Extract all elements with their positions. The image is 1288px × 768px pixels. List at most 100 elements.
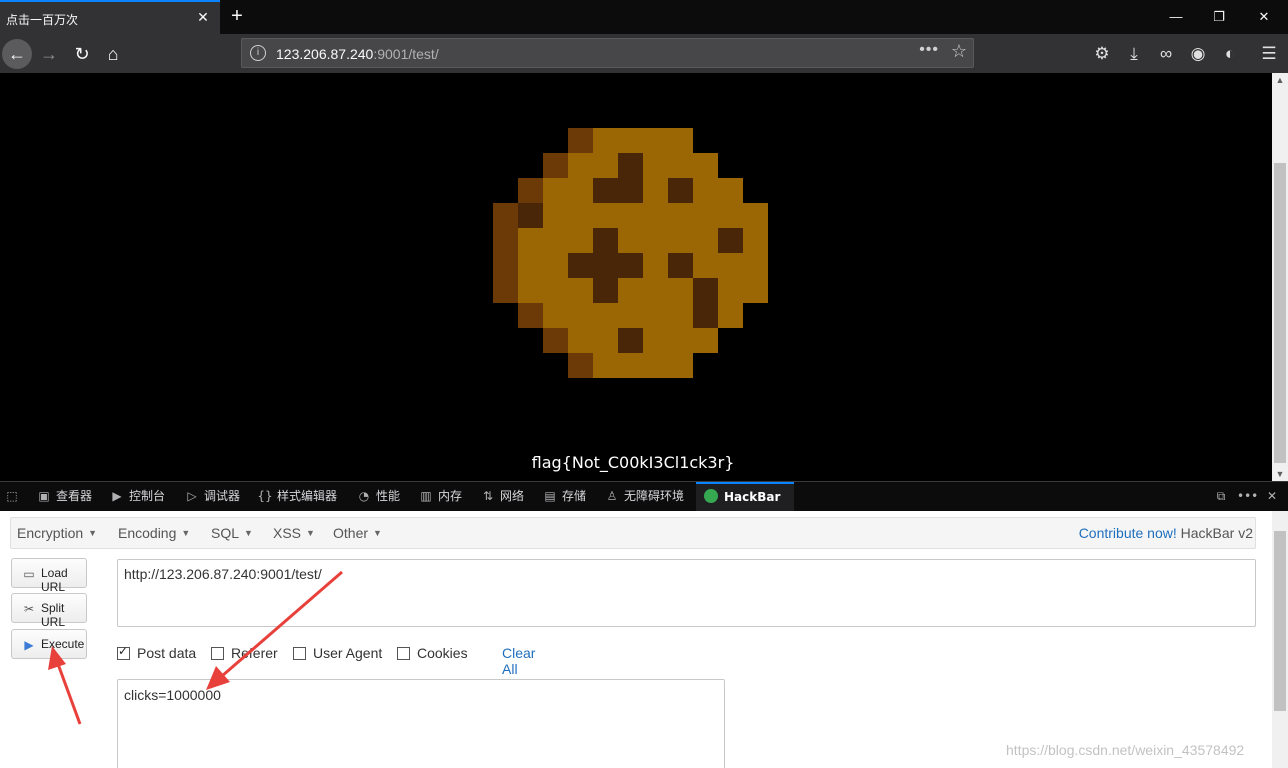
close-devtools-icon[interactable]: ✕ — [1264, 482, 1284, 511]
load-url-button[interactable]: ▭ Load URL — [11, 558, 87, 594]
cookie-pixel — [743, 203, 768, 228]
extension-icon[interactable]: ◐ — [1218, 42, 1242, 66]
console-icon: ▶ — [112, 489, 122, 503]
url-textarea[interactable]: http://123.206.87.240:9001/test/ — [117, 559, 1256, 627]
cookie-pixel — [543, 328, 568, 353]
cookie-pixel — [668, 153, 693, 178]
infinity-icon[interactable]: ∞ — [1154, 42, 1178, 66]
page-scrollbar[interactable]: ▲ ▼ — [1272, 73, 1288, 481]
storage-icon: ▤ — [544, 489, 556, 503]
cookies-checkbox[interactable] — [397, 647, 410, 660]
play-icon: ▶ — [24, 638, 34, 652]
cookie-pixel — [643, 228, 668, 253]
menu-other[interactable]: Other ▼ — [333, 525, 382, 541]
menu-sql[interactable]: SQL ▼ — [211, 525, 253, 541]
memory-icon: ▥ — [420, 489, 432, 503]
cookie-pixel — [493, 228, 518, 253]
new-tab-icon[interactable]: + — [226, 5, 248, 27]
cookie-pixel — [543, 203, 568, 228]
cookie-pixel — [518, 203, 543, 228]
cookie-pixel — [618, 278, 643, 303]
cookie-pixel — [493, 253, 518, 278]
contribute-text: Contribute now! HackBar v2 — [1079, 525, 1253, 541]
devtools-tab-network[interactable]: ⇅ 网络 — [480, 482, 524, 511]
devtools-tab-console[interactable]: ▶ 控制台 — [109, 482, 165, 511]
cookie-pixel — [643, 278, 668, 303]
flag-text: flag{Not_C00kI3Cl1ck3r} — [531, 453, 735, 472]
chevron-down-icon: ▼ — [244, 528, 253, 538]
address-bar[interactable]: i 123.206.87.240:9001/test/ ••• ☆ — [241, 38, 974, 68]
accessibility-icon: ♙ — [606, 489, 618, 503]
forward-icon[interactable]: → — [34, 39, 64, 69]
scroll-thumb[interactable] — [1274, 163, 1286, 463]
cookie-pixel — [668, 328, 693, 353]
cookie-pixel — [568, 328, 593, 353]
home-icon[interactable]: ⌂ — [98, 39, 128, 69]
menu-icon[interactable]: ☰ — [1257, 42, 1281, 66]
scroll-thumb[interactable] — [1274, 531, 1286, 711]
cookie-pixel — [693, 228, 718, 253]
browser-tab[interactable]: 点击一百万次 ✕ — [0, 0, 220, 34]
cookie-pixel — [518, 253, 543, 278]
element-picker-icon[interactable]: ⬚ — [4, 482, 24, 511]
cookie-pixel — [493, 278, 518, 303]
cookie-pixel — [718, 178, 743, 203]
cookie-pixel — [568, 228, 593, 253]
execute-button[interactable]: ▶ Execute — [11, 629, 87, 659]
devtools-tab-performance[interactable]: ◔ 性能 — [356, 482, 400, 511]
devtools-tab-memory[interactable]: ▥ 内存 — [418, 482, 462, 511]
post-data-textarea[interactable]: clicks=1000000 — [117, 679, 725, 768]
back-icon[interactable]: ← — [2, 39, 32, 69]
download-icon[interactable]: ⤓ — [1122, 42, 1146, 66]
menu-encoding[interactable]: Encoding ▼ — [118, 525, 190, 541]
cookie-pixel — [743, 228, 768, 253]
page-actions-icon[interactable]: ••• — [919, 41, 939, 59]
user-agent-checkbox[interactable] — [293, 647, 306, 660]
reload-icon[interactable]: ↻ — [67, 39, 97, 69]
hackbar-scrollbar[interactable] — [1272, 511, 1288, 768]
split-url-button[interactable]: ✂ Split URL — [11, 593, 87, 629]
url-text: 123.206.87.240:9001/test/ — [276, 46, 439, 62]
cookie-pixel — [518, 228, 543, 253]
close-window-icon[interactable]: ✕ — [1254, 7, 1274, 27]
watermark: https://blog.csdn.net/weixin_43578492 — [1006, 742, 1245, 758]
menu-encryption[interactable]: Encryption ▼ — [17, 525, 97, 541]
record-icon[interactable]: ◉ — [1186, 42, 1210, 66]
post-data-checkbox[interactable] — [117, 644, 130, 660]
tab-strip: 点击一百万次 ✕ + — ❐ ✕ — [0, 0, 1288, 34]
cookie-pixel — [543, 153, 568, 178]
cookie-pixel — [593, 153, 618, 178]
devtools-tab-inspector[interactable]: ▣ 查看器 — [36, 482, 92, 511]
scroll-up-icon[interactable]: ▲ — [1272, 73, 1288, 87]
cookie-pixel — [718, 303, 743, 328]
cookie-pixel — [718, 278, 743, 303]
cookie-image[interactable] — [0, 73, 1272, 481]
info-icon[interactable]: i — [250, 45, 266, 61]
performance-icon: ◔ — [358, 489, 370, 503]
minimize-icon[interactable]: — — [1166, 7, 1186, 27]
cookie-pixel — [618, 328, 643, 353]
cookie-pixel — [693, 328, 718, 353]
devtools-tab-debugger[interactable]: ▷ 调试器 — [184, 482, 240, 511]
scroll-down-icon[interactable]: ▼ — [1272, 467, 1288, 481]
devtools-tab-storage[interactable]: ▤ 存储 — [542, 482, 586, 511]
cookie-pixel — [643, 303, 668, 328]
restore-icon[interactable]: ❐ — [1209, 7, 1229, 27]
cookie-pixel — [568, 278, 593, 303]
menu-xss[interactable]: XSS ▼ — [273, 525, 315, 541]
cookies-label: Cookies — [417, 645, 468, 661]
debugger-icon: ▷ — [187, 489, 197, 503]
close-tab-icon[interactable]: ✕ — [194, 8, 212, 26]
bookmark-star-icon[interactable]: ☆ — [951, 41, 967, 62]
devtools-tab-style-editor[interactable]: {} 样式编辑器 — [257, 482, 337, 511]
devtools-menu-icon[interactable]: ••• — [1237, 482, 1258, 511]
referer-checkbox[interactable] — [211, 647, 224, 660]
devtools-tab-hackbar[interactable]: HackBar — [696, 482, 795, 511]
devtools-tab-accessibility[interactable]: ♙ 无障碍环境 — [604, 482, 684, 511]
dock-side-icon[interactable]: ⧉ — [1213, 482, 1233, 511]
cookie-pixel — [668, 128, 693, 153]
contribute-link[interactable]: Contribute now! — [1079, 525, 1177, 541]
clear-all-link[interactable]: Clear All — [502, 645, 535, 677]
settings-gear-icon[interactable]: ⚙ — [1090, 42, 1114, 66]
cookie-pixel — [643, 203, 668, 228]
